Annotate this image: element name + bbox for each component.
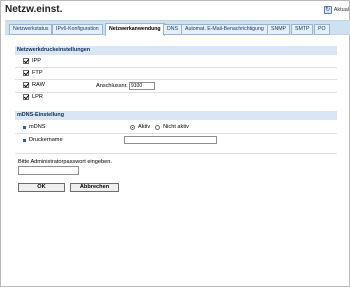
checkbox-row-ftp[interactable]: FTP bbox=[23, 70, 43, 76]
tab-netzwerkstatus[interactable]: Netzwerkstatus bbox=[9, 24, 53, 35]
printer-name-input[interactable] bbox=[124, 136, 217, 144]
divider bbox=[15, 153, 337, 154]
mdns-row: mDNS bbox=[23, 124, 45, 130]
tab-ipv6-konfiguration[interactable]: IPv6-Konfiguration bbox=[52, 24, 103, 35]
tab-dns[interactable]: DNS bbox=[163, 24, 182, 35]
refresh-label: Aktual bbox=[333, 7, 349, 13]
checkbox-row-ipp[interactable]: IPP bbox=[23, 58, 41, 64]
section-print-settings: Netzwerkdruckeinstellungen bbox=[15, 46, 337, 55]
tab-netzwerkanwendung[interactable]: Netzwerkanwendung bbox=[105, 23, 165, 36]
radio-aktiv[interactable] bbox=[130, 124, 135, 130]
bullet-icon bbox=[23, 125, 26, 129]
divider bbox=[15, 67, 337, 68]
port-number-input[interactable]: 9100 bbox=[129, 82, 155, 90]
ok-button[interactable]: OK bbox=[18, 183, 65, 192]
mdns-label: mDNS bbox=[29, 124, 46, 130]
printer-name-label: Druckername bbox=[29, 137, 63, 143]
section-mdns: mDNS-Einstellung bbox=[15, 111, 337, 120]
tab-bar: Netzwerkstatus IPv6-Konfiguration Netzwe… bbox=[5, 20, 350, 36]
ftp-label: FTP bbox=[32, 70, 43, 76]
divider bbox=[15, 79, 337, 80]
ipp-label: IPP bbox=[32, 58, 42, 64]
radio-nicht-aktiv-label: Nicht aktiv bbox=[163, 124, 189, 130]
divider bbox=[15, 133, 337, 134]
bullet-icon bbox=[23, 138, 26, 142]
admin-password-prompt: Bitte Administratorpasswort eingeben. bbox=[18, 159, 112, 165]
port-number-label: Anschlussnr. bbox=[96, 83, 128, 89]
radio-nicht-aktiv[interactable] bbox=[155, 124, 161, 130]
tab-snmp[interactable]: SNMP bbox=[267, 24, 290, 35]
divider bbox=[15, 92, 337, 93]
admin-password-input[interactable] bbox=[18, 166, 79, 175]
refresh-button[interactable]: ↻ Aktual bbox=[323, 6, 349, 14]
mdns-options: Aktiv Nicht aktiv bbox=[130, 124, 189, 130]
lpr-checkbox[interactable] bbox=[23, 94, 29, 100]
tab-smtp[interactable]: SMTP bbox=[291, 24, 314, 35]
checkbox-row-raw[interactable]: RAW bbox=[23, 82, 45, 88]
raw-label: RAW bbox=[32, 82, 45, 88]
ipp-checkbox[interactable] bbox=[23, 58, 29, 64]
cancel-button[interactable]: Abbrechen bbox=[70, 183, 119, 192]
checkbox-row-lpr[interactable]: LPR bbox=[23, 94, 43, 100]
page-title: Netzw.einst. bbox=[5, 4, 63, 15]
ftp-checkbox[interactable] bbox=[23, 70, 29, 76]
lpr-label: LPR bbox=[32, 94, 43, 100]
raw-checkbox[interactable] bbox=[23, 82, 29, 88]
tab-po[interactable]: PO bbox=[314, 24, 330, 35]
browser-page: Netzw.einst. ↻ Aktual Netzwerkstatus IPv… bbox=[0, 0, 350, 287]
radio-aktiv-label: Aktiv bbox=[138, 124, 151, 130]
tab-email-benachrichtigung[interactable]: Automat. E-Mail-Benachrichtigung bbox=[181, 24, 268, 35]
printer-name-row: Druckername bbox=[23, 137, 63, 143]
refresh-icon: ↻ bbox=[323, 6, 332, 14]
